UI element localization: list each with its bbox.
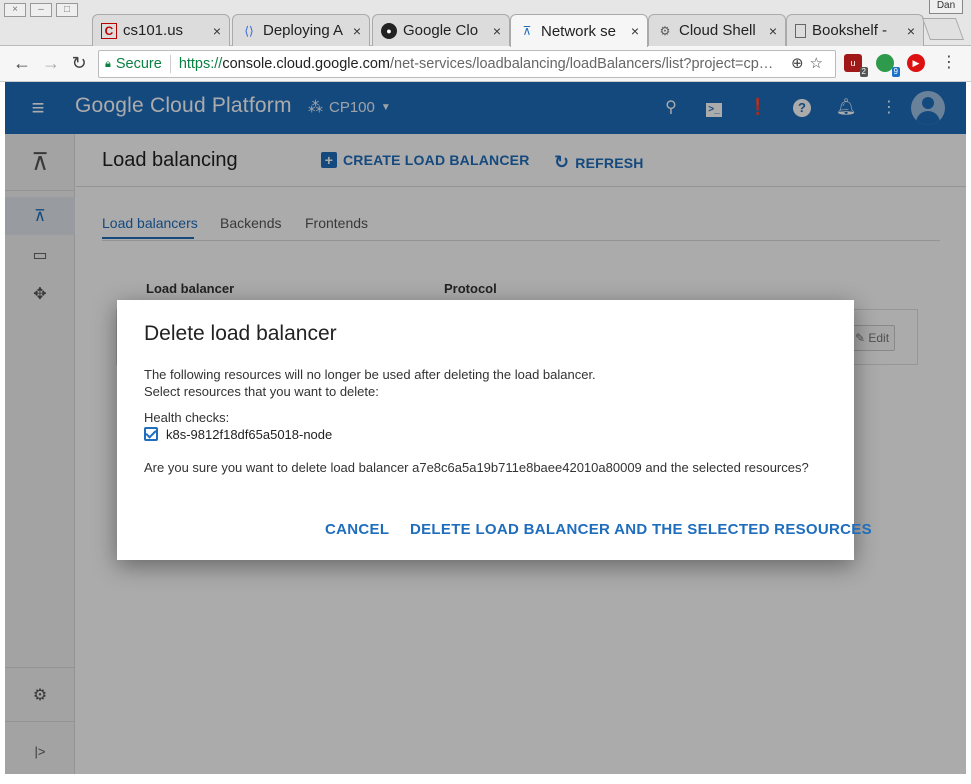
tab-close-icon[interactable]: × (353, 23, 361, 39)
github-icon: ● (381, 22, 397, 39)
browser-tab-cs101[interactable]: C cs101.us × (92, 14, 230, 46)
green-dot-icon[interactable]: 9 (876, 54, 900, 77)
confirm-text: Are you sure you want to delete load bal… (144, 460, 809, 475)
page-icon (795, 23, 806, 38)
zoom-icon[interactable]: ⊕ (791, 55, 810, 72)
ublock-icon[interactable]: u2 (844, 54, 868, 77)
tab-title: Cloud Shell (679, 22, 756, 39)
tab-close-icon[interactable]: × (493, 23, 501, 39)
health-check-checkbox[interactable] (144, 427, 158, 441)
tab-title: Deploying A (263, 22, 344, 39)
forward-arrow-icon[interactable]: → (40, 52, 62, 74)
back-arrow-icon[interactable]: ← (11, 52, 33, 74)
tab-title: Google Clo (403, 22, 479, 39)
cloud-shell-favicon-icon: ⚙ (659, 23, 671, 38)
extension-badge: 9 (891, 67, 900, 77)
window-minimize-button[interactable]: – (30, 3, 52, 17)
browser-menu-icon[interactable]: ⋮ (938, 52, 960, 74)
browser-tab-cloud-shell[interactable]: ⚙ Cloud Shell × (648, 14, 786, 46)
lock-icon: 🔒︎ (105, 57, 111, 70)
browser-tab-bookshelf[interactable]: Bookshelf - × (786, 14, 924, 46)
reload-icon[interactable]: ↻ (68, 52, 90, 74)
dialog-description: The following resources will no longer b… (144, 367, 596, 382)
browser-tab-deploying[interactable]: ⟨⟩ Deploying A × (232, 14, 370, 46)
dialog-title: Delete load balancer (144, 322, 337, 345)
browser-tab-strip: × – □ C cs101.us × ⟨⟩ Deploying A × ● Go… (0, 0, 971, 47)
window-close-button[interactable]: × (4, 3, 26, 17)
c-favicon-icon: C (101, 22, 117, 39)
omnibox-actions: ⊕☆ (786, 54, 829, 72)
browser-tab-github[interactable]: ● Google Clo × (372, 14, 510, 46)
url-protocol: https:// (178, 56, 223, 72)
health-check-item-label[interactable]: k8s-9812f18df65a5018-node (166, 427, 332, 442)
url-path: /net-services/loadbalancing/loadBalancer… (390, 56, 774, 72)
code-favicon-icon: ⟨⟩ (244, 23, 254, 38)
tab-title: Bookshelf - (812, 22, 888, 39)
bookmark-star-icon[interactable]: ☆ (810, 55, 829, 72)
health-checks-label: Health checks: (144, 410, 230, 425)
tab-close-icon[interactable]: × (213, 23, 221, 39)
tab-title: Network se (541, 22, 617, 40)
play-icon[interactable]: ▶ (907, 54, 925, 72)
cancel-button[interactable]: CANCEL (325, 521, 389, 538)
extension-badge: 2 (859, 67, 868, 77)
dialog-instruction: Select resources that you want to delete… (144, 384, 379, 399)
tab-title: cs101.us (123, 22, 184, 39)
omnibox-separator (169, 55, 171, 73)
secure-label: Secure (115, 56, 162, 72)
tab-close-icon[interactable]: × (907, 23, 915, 39)
delete-load-balancer-dialog: Delete load balancer The following resou… (117, 300, 872, 560)
tab-close-icon[interactable]: × (631, 23, 639, 39)
browser-toolbar: ← → ↻ 🔒︎ Secure https:// console.cloud.g… (0, 46, 971, 82)
address-bar[interactable]: 🔒︎ Secure https:// console.cloud.google.… (98, 50, 836, 78)
delete-load-balancer-button[interactable]: DELETE LOAD BALANCER AND THE SELECTED RE… (410, 521, 872, 538)
profile-badge[interactable]: Dan (929, 0, 963, 14)
browser-tab-network-services[interactable]: ⊼ Network se × (510, 14, 648, 47)
url-host: console.cloud.google.com (222, 56, 391, 72)
new-tab-button[interactable] (921, 18, 965, 40)
window-maximize-button[interactable]: □ (56, 3, 78, 17)
network-favicon-icon: ⊼ (522, 24, 532, 38)
tab-close-icon[interactable]: × (769, 23, 777, 39)
